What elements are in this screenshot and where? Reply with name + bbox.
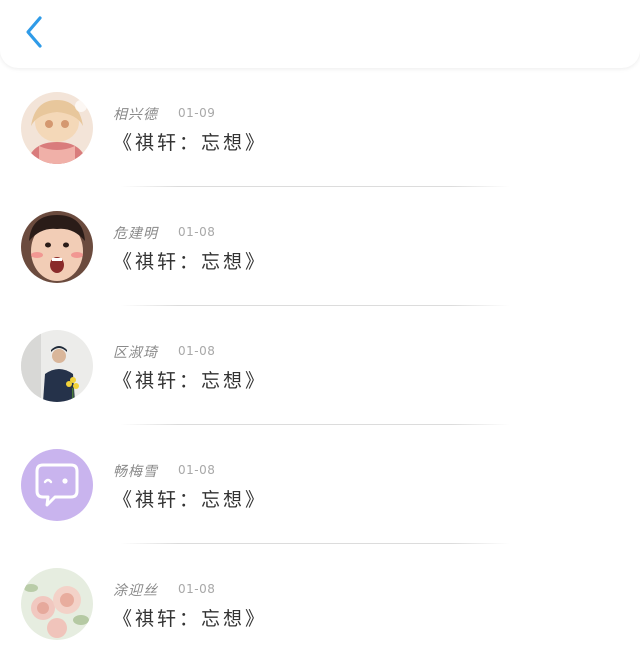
sender-name: 区淑琦 bbox=[113, 345, 158, 361]
message-text: 《祺轩：忘想》 bbox=[113, 370, 268, 392]
message-date: 01-08 bbox=[178, 225, 216, 239]
sender-name: 危建明 bbox=[113, 226, 158, 242]
list-item[interactable]: 涂迎丝 01-08 《祺轩：忘想》 bbox=[0, 544, 640, 663]
chevron-left-icon bbox=[23, 15, 45, 53]
avatar[interactable] bbox=[21, 211, 93, 283]
message-date: 01-08 bbox=[178, 463, 216, 477]
message-text: 《祺轩：忘想》 bbox=[113, 489, 268, 511]
sender-name: 涂迎丝 bbox=[113, 583, 158, 599]
avatar[interactable] bbox=[21, 568, 93, 640]
avatar[interactable] bbox=[21, 92, 93, 164]
list-item[interactable]: 危建明 01-08 《祺轩：忘想》 bbox=[0, 187, 640, 306]
back-button[interactable] bbox=[14, 12, 54, 56]
message-text: 《祺轩：忘想》 bbox=[113, 251, 268, 273]
list-item[interactable]: 区淑琦 01-08 《祺轩：忘想》 bbox=[0, 306, 640, 425]
message-text: 《祺轩：忘想》 bbox=[113, 132, 268, 154]
message-text: 《祺轩：忘想》 bbox=[113, 608, 268, 630]
list-item[interactable]: 相兴德 01-09 《祺轩：忘想》 bbox=[0, 68, 640, 187]
avatar[interactable] bbox=[21, 330, 93, 402]
avatar[interactable] bbox=[21, 449, 93, 521]
top-bar bbox=[0, 0, 640, 68]
message-date: 01-08 bbox=[178, 582, 216, 596]
message-date: 01-08 bbox=[178, 344, 216, 358]
message-list: 相兴德 01-09 《祺轩：忘想》 危建明 01-08 《祺轩：忘想》 区淑琦 … bbox=[0, 68, 640, 640]
sender-name: 畅梅雪 bbox=[113, 464, 158, 480]
list-item[interactable]: 畅梅雪 01-08 《祺轩：忘想》 bbox=[0, 425, 640, 544]
message-date: 01-09 bbox=[178, 106, 216, 120]
sender-name: 相兴德 bbox=[113, 107, 158, 123]
